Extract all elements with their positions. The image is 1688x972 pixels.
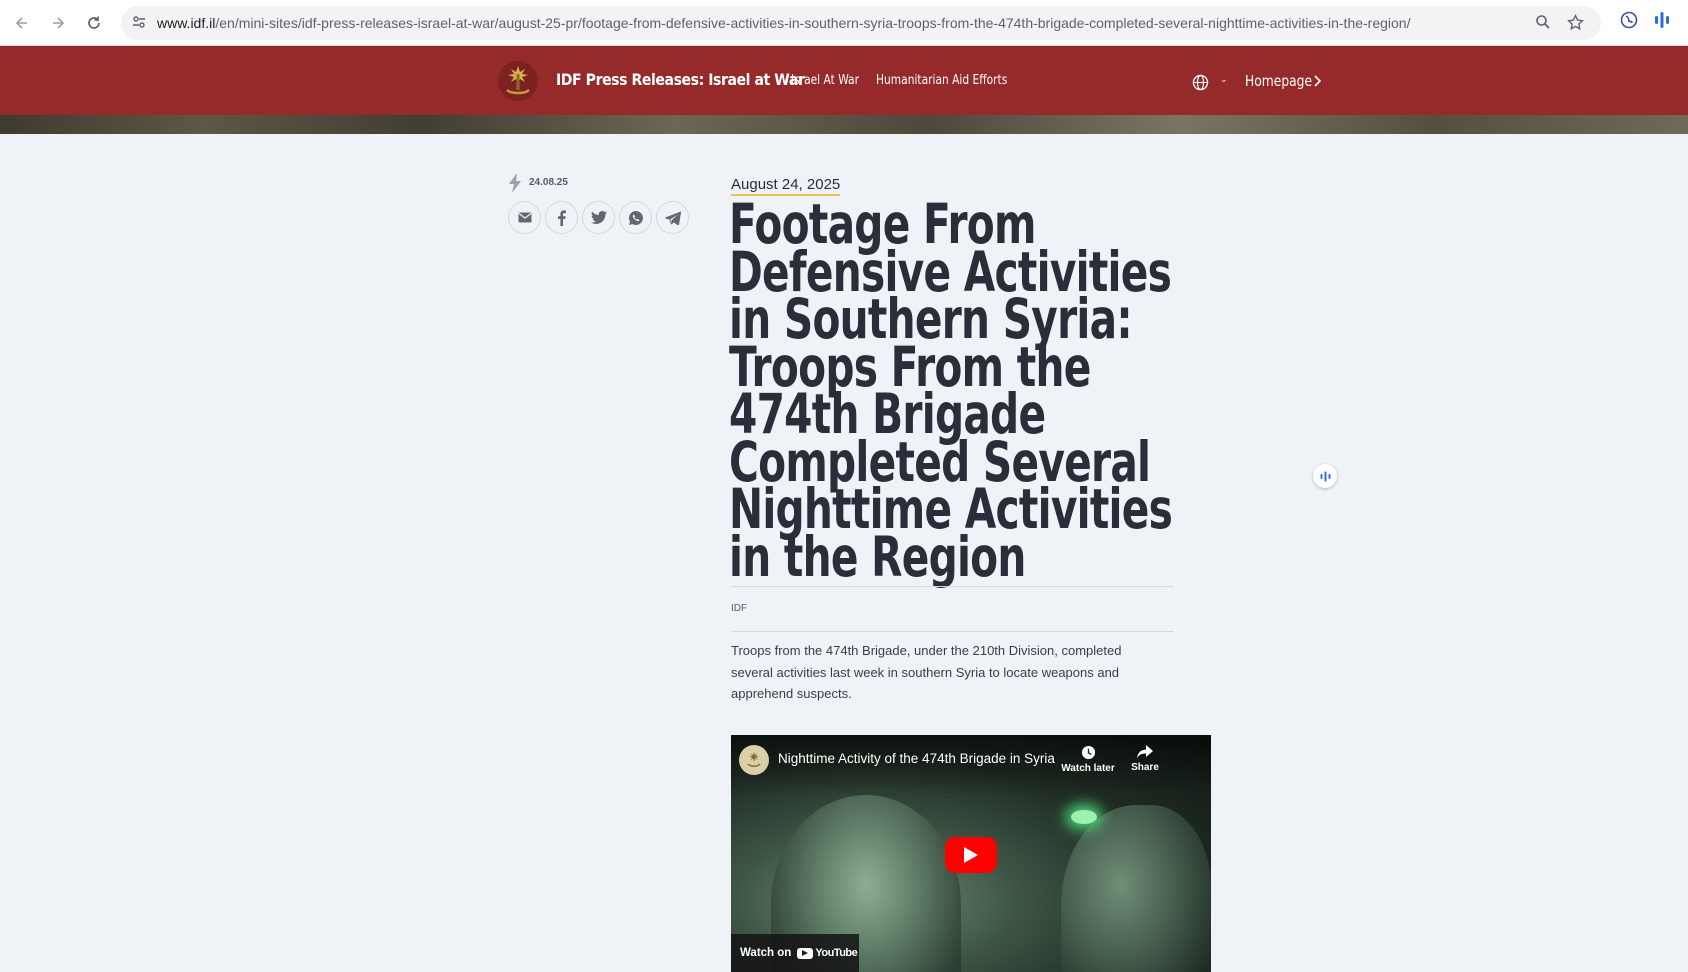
idf-logo-icon <box>747 752 761 767</box>
share-facebook-button[interactable] <box>545 201 578 234</box>
facebook-icon <box>558 209 566 226</box>
youtube-play-icon <box>797 947 814 959</box>
play-icon <box>964 847 978 863</box>
site-title[interactable]: IDF Press Releases: Israel at War <box>556 70 805 89</box>
share-email-button[interactable] <box>508 201 541 234</box>
title-line: in the Region <box>729 524 1026 589</box>
watch-later-button[interactable]: Watch later <box>1058 745 1118 774</box>
nav-humanitarian-aid[interactable]: Humanitarian Aid Efforts <box>876 73 1007 88</box>
bookmark-star-icon[interactable] <box>1567 14 1584 31</box>
short-date: 24.08.25 <box>529 177 568 188</box>
youtube-embed[interactable]: Nighttime Activity of the 474th Brigade … <box>731 735 1211 972</box>
video-thumbnail-glow <box>1071 810 1097 824</box>
divider <box>731 631 1174 632</box>
article-author: IDF <box>731 603 748 614</box>
watch-later-label: Watch later <box>1061 763 1115 774</box>
watch-on-label: Watch on <box>740 947 792 959</box>
site-settings-icon[interactable] <box>131 14 147 30</box>
address-bar[interactable]: www.idf.il/en/mini-sites/idf-press-relea… <box>121 6 1601 40</box>
video-thumbnail-figure <box>1061 805 1211 972</box>
reload-icon <box>88 16 100 29</box>
play-button[interactable] <box>945 837 997 873</box>
breaking-bolt-icon <box>509 173 521 193</box>
url-text[interactable]: www.idf.il/en/mini-sites/idf-press-relea… <box>157 15 1410 31</box>
nav-israel-at-war[interactable]: Israel At War <box>791 73 859 88</box>
email-icon <box>518 212 531 223</box>
audio-wave-icon <box>1320 471 1330 481</box>
back-button[interactable] <box>9 10 35 36</box>
share-label: Share <box>1131 762 1159 773</box>
forward-icon <box>53 17 65 29</box>
zoom-icon[interactable] <box>1535 14 1551 30</box>
share-whatsapp-button[interactable] <box>619 201 652 234</box>
hero-image-strip <box>0 115 1688 134</box>
clock-icon <box>1081 745 1095 760</box>
forward-button[interactable] <box>45 10 71 36</box>
article-lead: Troops from the 474th Brigade, under the… <box>731 643 1122 701</box>
listen-article-button[interactable] <box>1313 464 1337 488</box>
reload-button[interactable] <box>81 10 107 36</box>
site-header: IDF Press Releases: Israel at War Israel… <box>0 46 1688 115</box>
language-globe-icon[interactable] <box>1192 74 1209 91</box>
twitter-icon <box>590 211 607 224</box>
divider <box>731 586 1174 587</box>
channel-avatar[interactable] <box>739 745 769 775</box>
whatsapp-icon <box>628 210 643 225</box>
video-share-button[interactable]: Share <box>1115 745 1175 773</box>
share-twitter-button[interactable] <box>582 201 615 234</box>
article-title: Footage From Defensive Activities in Sou… <box>729 197 1173 589</box>
idf-logo-icon[interactable] <box>497 60 539 102</box>
share-arrow-icon <box>1137 745 1153 759</box>
video-title[interactable]: Nighttime Activity of the 474th Brigade … <box>778 751 1055 766</box>
audio-reader-icon[interactable] <box>1654 11 1670 29</box>
homepage-link[interactable]: Homepage <box>1245 72 1312 90</box>
browser-toolbar: www.idf.il/en/mini-sites/idf-press-relea… <box>0 0 1688 46</box>
youtube-logo: YouTube <box>797 947 858 959</box>
youtube-wordmark: YouTube <box>815 947 858 959</box>
share-telegram-button[interactable] <box>656 201 689 234</box>
telegram-icon <box>664 210 681 225</box>
chevron-right-icon[interactable] <box>1313 75 1321 87</box>
back-icon <box>15 17 27 29</box>
extension-icon[interactable] <box>1620 11 1638 29</box>
share-buttons <box>508 201 689 234</box>
watch-on-youtube-link[interactable]: Watch on YouTube <box>731 934 859 972</box>
language-caret-icon[interactable]: ⌄ <box>1220 74 1228 85</box>
